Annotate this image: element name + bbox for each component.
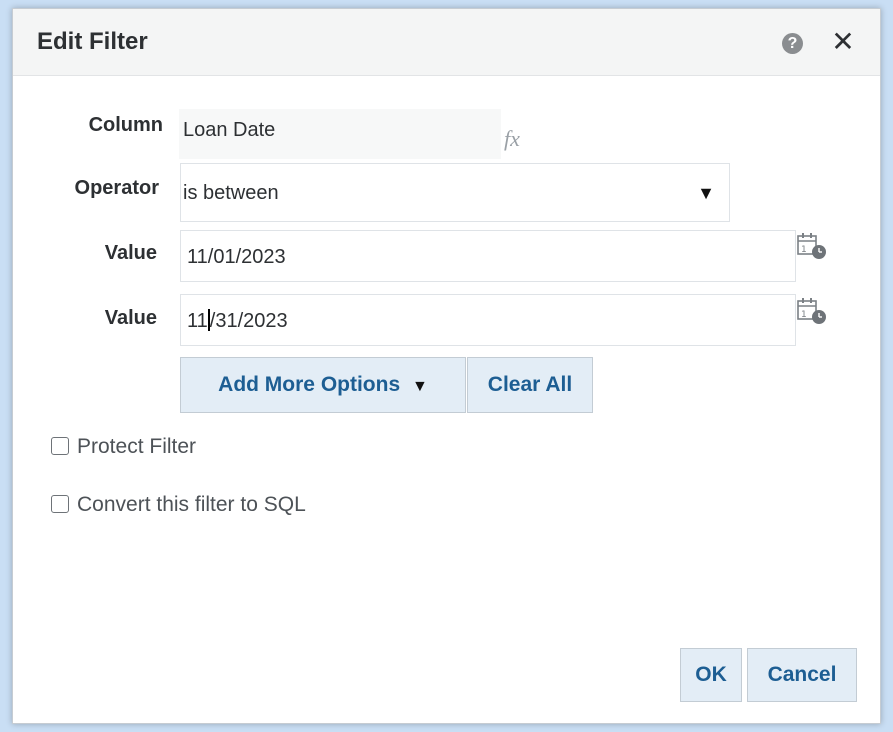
protect-filter-label: Protect Filter (77, 435, 197, 458)
close-icon[interactable]: ✕ (830, 28, 856, 56)
clear-all-button[interactable]: Clear All (467, 357, 593, 413)
dialog-title-bar: Edit Filter ? ✕ (13, 9, 880, 76)
convert-to-sql-option[interactable]: Convert this filter to SQL (51, 493, 306, 517)
value2-text-after-cursor: /31/2023 (209, 310, 288, 332)
fx-icon[interactable]: fx (504, 126, 520, 152)
protect-filter-checkbox[interactable] (51, 437, 69, 455)
operator-select[interactable]: is between ▼ (180, 163, 730, 222)
convert-to-sql-label: Convert this filter to SQL (77, 493, 306, 516)
value2-label: Value (104, 307, 157, 329)
operator-label: Operator (74, 177, 159, 199)
value2-input[interactable]: 11/31/2023 (180, 294, 796, 346)
ok-button[interactable]: OK (680, 648, 742, 702)
svg-text:1: 1 (801, 245, 807, 255)
edit-filter-dialog: Edit Filter ? ✕ Column Loan Date fx Oper… (12, 8, 881, 724)
help-icon[interactable]: ? (782, 33, 803, 54)
column-label: Column (88, 114, 163, 136)
caret-down-icon: ▼ (412, 378, 428, 395)
protect-filter-option[interactable]: Protect Filter (51, 435, 196, 459)
column-value-field: Loan Date (179, 109, 501, 159)
value1-label: Value (104, 242, 157, 264)
convert-to-sql-checkbox[interactable] (51, 495, 69, 513)
caret-down-icon: ▼ (697, 183, 715, 203)
operator-selected-value: is between (183, 182, 279, 204)
svg-text:1: 1 (801, 310, 807, 320)
dialog-title: Edit Filter (37, 28, 148, 55)
calendar-clock-icon[interactable]: 1 (795, 231, 829, 261)
add-more-options-label: Add More Options (218, 373, 401, 396)
calendar-clock-icon[interactable]: 1 (795, 296, 829, 326)
add-more-options-button[interactable]: Add More Options ▼ (180, 357, 466, 413)
value2-text-before-cursor: 11 (187, 310, 208, 332)
value1-input[interactable]: 11/01/2023 (180, 230, 796, 282)
cancel-button[interactable]: Cancel (747, 648, 857, 702)
